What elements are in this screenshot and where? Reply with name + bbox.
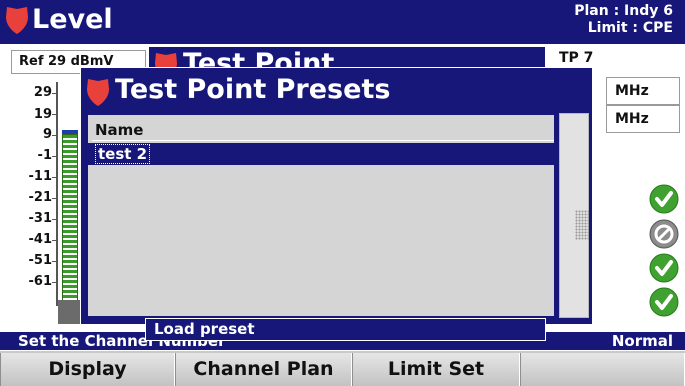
header-bar: Level Plan : Indy 6 Limit : CPE xyxy=(0,0,685,44)
scale-tick xyxy=(52,240,58,241)
status-mode: Normal xyxy=(611,332,673,350)
scale-tick xyxy=(52,114,58,115)
limit-label: Limit : CPE xyxy=(587,20,673,36)
scale-label: -11 xyxy=(28,169,53,184)
app-title: Level xyxy=(32,4,113,35)
red-shield-icon xyxy=(85,77,111,107)
scale-label: 19 xyxy=(33,107,52,122)
scale-label: 9 xyxy=(42,127,52,142)
scrollbar[interactable] xyxy=(559,113,589,318)
scale-tick xyxy=(52,93,58,94)
scale-label: -1 xyxy=(37,148,52,163)
softkey-bar: Display Channel Plan Limit Set xyxy=(0,351,685,386)
scale-label: -21 xyxy=(28,190,53,205)
load-preset-bar[interactable]: Load preset xyxy=(145,318,546,341)
check-circle-icon xyxy=(649,287,679,317)
scale-label: 29 xyxy=(33,85,52,100)
plan-info: Plan : Indy 6 Limit : CPE xyxy=(574,3,673,37)
red-shield-icon xyxy=(4,5,30,35)
scale-label: -31 xyxy=(28,211,53,226)
scale-tick xyxy=(52,156,58,157)
check-circle-icon xyxy=(649,184,679,214)
frequency-field-1[interactable]: MHz xyxy=(606,77,680,105)
column-header-name: Name xyxy=(92,119,554,141)
load-preset-label: Load preset xyxy=(154,320,255,338)
frequency-field-2[interactable]: MHz xyxy=(606,105,680,133)
level-meter-bar xyxy=(62,134,78,304)
scale-label: -41 xyxy=(28,232,53,247)
scale-tick xyxy=(52,198,58,199)
plan-label: Plan : Indy 6 xyxy=(574,3,673,19)
softkey-display[interactable]: Display xyxy=(0,353,175,386)
scale-tick xyxy=(52,219,58,220)
dialog-title: Test Point Presets xyxy=(115,74,391,105)
frequency-unit: MHz xyxy=(615,111,649,127)
blocked-circle-icon xyxy=(649,219,679,249)
scrollbar-grip[interactable] xyxy=(575,210,589,240)
check-circle-icon xyxy=(649,253,679,283)
test-point-presets-dialog: Test Point Presets Name test 2 xyxy=(80,67,593,325)
level-meter-base xyxy=(58,300,80,324)
softkey-channel-plan[interactable]: Channel Plan xyxy=(175,353,352,386)
softkey-limit-set[interactable]: Limit Set xyxy=(352,353,520,386)
scale-tick xyxy=(52,261,58,262)
scale-tick xyxy=(52,177,58,178)
scale-tick xyxy=(52,282,58,283)
scale-tick xyxy=(52,135,58,136)
scale-label: -61 xyxy=(28,274,53,289)
preset-list[interactable]: Name test 2 xyxy=(86,113,556,318)
test-point-label: TP 7 xyxy=(559,50,594,66)
frequency-unit: MHz xyxy=(615,83,649,99)
list-item-label: test 2 xyxy=(95,144,151,164)
scale-axis xyxy=(56,82,58,306)
softkey-empty[interactable] xyxy=(520,353,685,386)
list-item[interactable]: test 2 xyxy=(88,143,554,165)
scale-label: -51 xyxy=(28,253,53,268)
